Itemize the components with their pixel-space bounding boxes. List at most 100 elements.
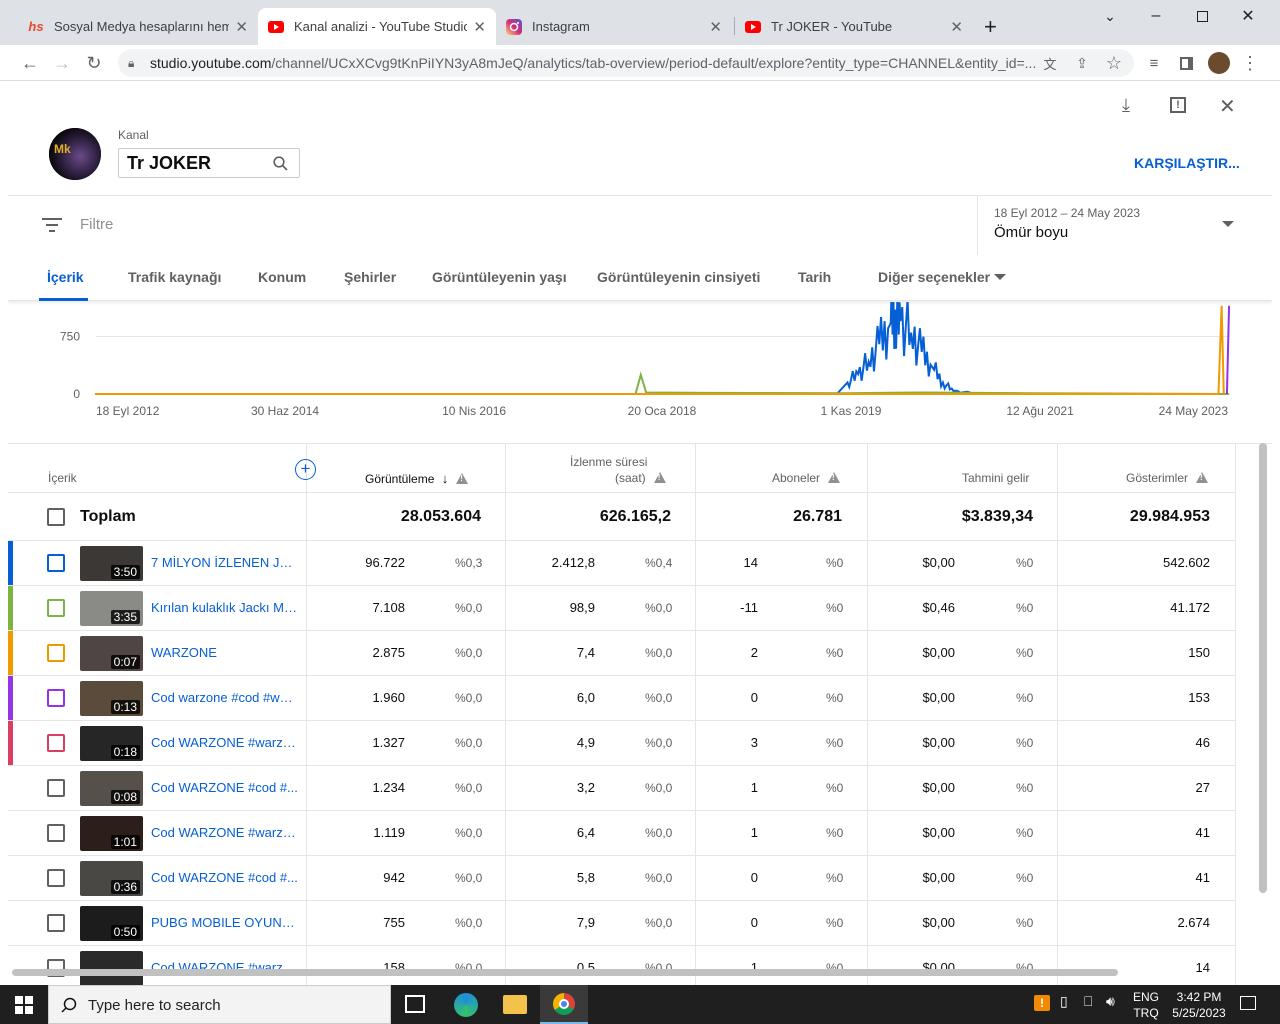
browser-tab-youtube[interactable]: Tr JOKER - YouTube ✕ xyxy=(735,8,973,45)
tab-date[interactable]: Tarih xyxy=(798,269,831,285)
row-checkbox[interactable] xyxy=(47,644,65,662)
date-range-picker[interactable]: 18 Eyl 2012 – 24 May 2023 Ömür boyu xyxy=(978,195,1272,255)
row-checkbox[interactable] xyxy=(47,914,65,932)
row-checkbox[interactable] xyxy=(47,824,65,842)
chrome-taskbar-button[interactable] xyxy=(540,985,588,1024)
table-row[interactable]: 1:01 Cod WARZONE #warzon... 1.119 %0,0 6,4 %0… xyxy=(8,810,1236,855)
compare-button[interactable]: KARŞILAŞTIR... xyxy=(1134,155,1240,171)
video-thumbnail[interactable]: 3:35 xyxy=(80,591,143,626)
video-thumbnail[interactable] xyxy=(80,951,143,985)
tab-cities[interactable]: Şehirler xyxy=(344,269,396,285)
video-thumbnail[interactable]: 0:13 xyxy=(80,681,143,716)
language-indicator[interactable]: ENG TRQ xyxy=(1133,989,1159,1021)
back-icon[interactable]: ← xyxy=(18,51,42,75)
video-thumbnail[interactable]: 0:08 xyxy=(80,771,143,806)
video-title-link[interactable]: Cod WARZONE #warzon... xyxy=(151,735,299,750)
video-title-link[interactable]: Cod WARZONE #cod #... xyxy=(151,780,299,795)
windows-start-icon[interactable] xyxy=(15,996,33,1014)
tab-geography[interactable]: Konum xyxy=(258,269,306,285)
table-row[interactable]: 3:50 7 MİLYON İZLENEN JÖH... 96.722 %0,3 2.4… xyxy=(8,540,1236,586)
row-checkbox[interactable] xyxy=(47,599,65,617)
tab-content[interactable]: İçerik xyxy=(47,269,84,285)
video-title-link[interactable]: Cod WARZONE #cod #... xyxy=(151,870,299,885)
volume-tray-icon[interactable]: 🔊︎ xyxy=(1106,993,1115,1010)
col-header-revenue[interactable]: Tahmini gelir xyxy=(962,471,1029,485)
video-title-link[interactable]: PUBG MOBILE OYUNLA... xyxy=(151,915,299,930)
usb-tray-icon[interactable]: ▯ xyxy=(1060,993,1068,1010)
side-panel-icon[interactable] xyxy=(1174,51,1198,75)
minimize-icon[interactable]: – xyxy=(1136,4,1176,28)
file-explorer-icon[interactable] xyxy=(503,995,527,1014)
video-title-link[interactable]: Cod warzone #cod #war... xyxy=(151,690,299,705)
vertical-scrollbar[interactable] xyxy=(1259,443,1267,893)
table-row[interactable]: 3:35 Kırılan kulaklık Jackı Ma... 7.108 %0,… xyxy=(8,585,1236,631)
reload-icon[interactable]: ↻ xyxy=(82,51,106,75)
forward-icon[interactable]: → xyxy=(50,51,74,75)
browser-tab-hootsuite[interactable]: hs Sosyal Medya hesaplarını hemen ✕ xyxy=(18,8,258,45)
video-thumbnail[interactable]: 0:18 xyxy=(80,726,143,761)
row-checkbox[interactable] xyxy=(47,689,65,707)
close-tab-icon[interactable]: ✕ xyxy=(709,18,722,36)
table-row[interactable]: 0:13 Cod warzone #cod #war... 1.960 %0,0 6,0… xyxy=(8,675,1236,721)
row-checkbox[interactable] xyxy=(47,554,65,572)
alert-tray-icon[interactable]: ! xyxy=(1034,995,1050,1011)
col-header-watch-time[interactable]: İzlenme süresi xyxy=(570,455,647,469)
new-tab-icon[interactable]: + xyxy=(984,14,997,40)
tab-more-options[interactable]: Diğer seçenekler xyxy=(878,269,1006,285)
col-header-views[interactable]: Görüntüleme ↓ xyxy=(365,471,469,486)
translate-icon[interactable]: 文 xyxy=(1038,51,1062,75)
table-row[interactable]: 0:18 Cod WARZONE #warzon... 1.327 %0,0 4,9 %0… xyxy=(8,720,1236,766)
notifications-icon[interactable] xyxy=(1240,996,1256,1010)
video-thumbnail[interactable]: 0:07 xyxy=(80,636,143,671)
network-tray-icon[interactable]: ⎕ xyxy=(1084,993,1092,1010)
search-icon[interactable] xyxy=(273,156,288,171)
task-view-icon[interactable] xyxy=(405,995,425,1013)
tab-viewer-gender[interactable]: Görüntüleyenin cinsiyeti xyxy=(597,269,760,285)
tab-viewer-age[interactable]: Görüntüleyenin yaşı xyxy=(432,269,567,285)
filter-input[interactable]: Filtre xyxy=(80,216,113,233)
row-checkbox[interactable] xyxy=(47,779,65,797)
filter-icon[interactable] xyxy=(42,217,62,233)
media-control-icon[interactable]: ≡ xyxy=(1142,51,1166,75)
video-title-link[interactable]: Cod WARZONE #warzon... xyxy=(151,825,299,840)
table-row[interactable]: 0:08 Cod WARZONE #cod #... 1.234 %0,0 3,2 %0,… xyxy=(8,765,1236,810)
add-column-icon[interactable]: + xyxy=(295,459,316,480)
table-row[interactable]: 0:07 WARZONE 2.875 %0,0 7,4 %0,0 2 %0 $0,00 %0 150 xyxy=(8,630,1236,676)
close-tab-icon[interactable]: ✕ xyxy=(950,18,963,36)
col-header-impressions[interactable]: Gösterimler xyxy=(1126,471,1209,485)
channel-selector[interactable]: Tr JOKER xyxy=(118,148,300,178)
table-row[interactable]: Cod WARZONE #warzon... 158 %0,0 0,5 %0,0 1 %0 $… xyxy=(8,945,1236,985)
row-checkbox[interactable] xyxy=(47,734,65,752)
video-title-link[interactable]: 7 MİLYON İZLENEN JÖH... xyxy=(151,555,299,570)
close-tab-icon[interactable]: ✕ xyxy=(473,18,486,36)
download-icon[interactable]: ⤓ xyxy=(1122,95,1130,116)
tab-traffic-source[interactable]: Trafik kaynağı xyxy=(128,269,221,285)
video-thumbnail[interactable]: 0:50 xyxy=(80,906,143,941)
row-checkbox[interactable] xyxy=(47,869,65,887)
col-header-subscribers[interactable]: Aboneler xyxy=(772,471,841,485)
close-tab-icon[interactable]: ✕ xyxy=(235,18,248,36)
browser-tab-instagram[interactable]: Instagram ✕ xyxy=(496,8,732,45)
video-title-link[interactable]: Kırılan kulaklık Jackı Ma... xyxy=(151,600,299,615)
edge-icon[interactable] xyxy=(454,993,478,1017)
close-icon[interactable]: ✕ xyxy=(1219,94,1236,119)
feedback-icon[interactable]: ! xyxy=(1170,97,1186,113)
maximize-icon[interactable] xyxy=(1182,4,1222,28)
horizontal-scrollbar[interactable] xyxy=(12,969,1118,976)
share-icon[interactable]: ⇪ xyxy=(1070,51,1094,75)
url-bar[interactable]: 🔒︎ studio.youtube.com/channel/UCxXCvg9tK… xyxy=(118,49,1134,77)
taskbar-search-box[interactable]: Type here to search xyxy=(48,985,391,1024)
browser-menu-icon[interactable]: ⋮ xyxy=(1238,51,1262,75)
table-row[interactable]: 0:36 Cod WARZONE #cod #... 942 %0,0 5,8 %0,0 0… xyxy=(8,855,1236,900)
video-thumbnail[interactable]: 1:01 xyxy=(80,816,143,851)
select-all-checkbox[interactable] xyxy=(47,508,65,526)
table-row[interactable]: 0:50 PUBG MOBILE OYUNLA... 755 %0,0 7,9 %0,0 0… xyxy=(8,900,1236,945)
browser-tab-studio[interactable]: Kanal analizi - YouTube Studio ✕ xyxy=(258,8,496,45)
video-thumbnail[interactable]: 3:50 xyxy=(80,546,143,581)
video-title-link[interactable]: WARZONE xyxy=(151,645,299,660)
tab-search-icon[interactable]: ⌄ xyxy=(1090,4,1130,28)
system-clock[interactable]: 3:42 PM 5/25/2023 xyxy=(1172,989,1226,1021)
bookmark-star-icon[interactable]: ☆ xyxy=(1102,51,1126,75)
close-window-icon[interactable]: ✕ xyxy=(1228,4,1268,28)
video-thumbnail[interactable]: 0:36 xyxy=(80,861,143,896)
